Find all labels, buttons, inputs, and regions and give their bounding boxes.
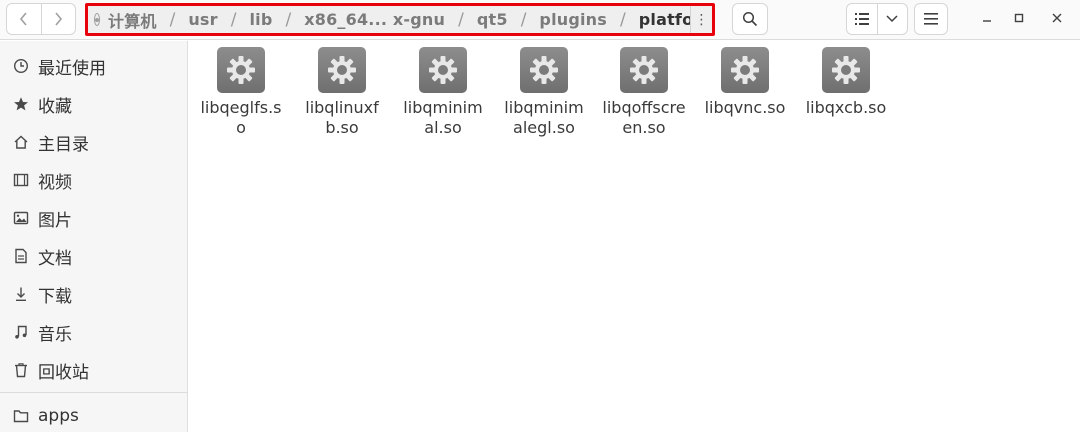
sidebar-divider (0, 392, 188, 393)
file-item[interactable]: libqxcb.so (796, 47, 896, 118)
sidebar-item-downloads[interactable]: 下载 (0, 277, 188, 311)
breadcrumb-plugins[interactable]: plugins (539, 10, 607, 29)
file-item[interactable]: libqminimalegl.so (494, 47, 594, 138)
path-menu-button[interactable]: ⋮ (690, 6, 712, 33)
sidebar-item-label: 视频 (38, 172, 72, 193)
sidebar-item-recent[interactable]: 最近使用 (0, 49, 188, 83)
sidebar-item-label: 主目录 (38, 134, 89, 155)
view-dropdown-button[interactable] (876, 4, 908, 34)
sidebar-item-music[interactable]: 音乐 (0, 315, 188, 349)
file-view: libqeglfs.so libqlinuxfb.so libqminimal.… (189, 41, 1080, 432)
file-item[interactable]: libqeglfs.so (191, 47, 291, 138)
search-icon (742, 11, 758, 27)
home-icon (12, 133, 30, 151)
navigation-buttons (6, 3, 76, 35)
sidebar: 最近使用 收藏 主目录 视频 图片 文档 下载 音乐 回收站 apps (0, 41, 188, 432)
sidebar-item-pictures[interactable]: 图片 (0, 201, 188, 235)
chevron-left-icon (19, 12, 27, 26)
trash-icon (12, 361, 30, 379)
header-bar: 计算机 / usr / lib / x86_64... x-gnu / qt5 … (0, 0, 1080, 40)
music-icon (12, 323, 30, 341)
chevron-right-icon (55, 12, 63, 26)
sidebar-item-label: 下载 (38, 286, 72, 307)
file-name: libqvnc.so (704, 98, 786, 117)
maximize-icon (1014, 13, 1024, 23)
document-icon (12, 247, 30, 265)
breadcrumb-separator: / (520, 9, 527, 30)
clock-icon (12, 57, 30, 75)
gear-icon (822, 47, 870, 93)
maximize-button[interactable] (1007, 6, 1031, 30)
forward-button[interactable] (40, 4, 76, 34)
list-view-icon (854, 13, 869, 25)
breadcrumb-usr[interactable]: usr (188, 10, 217, 29)
sidebar-item-videos[interactable]: 视频 (0, 163, 188, 197)
hamburger-menu-icon (924, 13, 938, 25)
gear-icon (419, 47, 467, 93)
gear-icon (217, 47, 265, 93)
breadcrumb-separator: / (620, 9, 626, 30)
file-name: libqminimal.so (403, 98, 483, 137)
file-name: libqxcb.so (805, 98, 887, 117)
main-menu-button[interactable] (914, 3, 948, 35)
file-name: libqeglfs.so (200, 98, 282, 137)
file-name: libqoffscreen.so (602, 98, 686, 137)
minimize-button[interactable] (975, 6, 999, 30)
folder-icon (12, 407, 30, 425)
minimize-icon (983, 20, 991, 22)
breadcrumb-lib[interactable]: lib (249, 10, 272, 29)
sidebar-item-documents[interactable]: 文档 (0, 239, 188, 273)
sidebar-item-label: 回收站 (38, 362, 89, 383)
view-options-group (846, 3, 908, 35)
list-view-button[interactable] (847, 4, 877, 34)
file-item[interactable]: libqminimal.so (393, 47, 493, 138)
search-button[interactable] (732, 3, 768, 35)
file-name: libqminimalegl.so (504, 98, 584, 137)
file-name: libqlinuxfb.so (305, 98, 379, 137)
gear-icon (721, 47, 769, 93)
breadcrumb-separator: / (458, 9, 464, 30)
sidebar-item-label: 收藏 (38, 96, 72, 117)
file-item[interactable]: libqvnc.so (695, 47, 795, 118)
sidebar-item-label: 最近使用 (38, 58, 106, 79)
breadcrumb-qt5[interactable]: qt5 (477, 10, 508, 29)
breadcrumb-x86_64-linux-gnu[interactable]: x86_64... x-gnu (304, 10, 445, 29)
chevron-down-icon (886, 15, 898, 23)
file-item[interactable]: libqlinuxfb.so (292, 47, 392, 138)
film-icon (12, 171, 30, 189)
download-icon (12, 285, 30, 303)
sidebar-item-label: apps (38, 406, 79, 426)
sidebar-item-home[interactable]: 主目录 (0, 125, 188, 159)
sidebar-item-starred[interactable]: 收藏 (0, 87, 188, 121)
gear-icon (620, 47, 668, 93)
breadcrumb-computer[interactable]: 计算机 (108, 8, 157, 32)
sidebar-item-label: 文档 (38, 248, 72, 269)
sidebar-item-label: 图片 (38, 210, 72, 231)
sidebar-item-trash[interactable]: 回收站 (0, 353, 188, 387)
file-item[interactable]: libqoffscreen.so (594, 47, 694, 138)
breadcrumb-separator: / (285, 9, 292, 30)
close-button[interactable] (1045, 6, 1069, 30)
breadcrumb-separator: / (230, 9, 237, 30)
sidebar-item-apps[interactable]: apps (0, 399, 188, 432)
gear-icon (318, 47, 366, 93)
drive-icon (94, 13, 100, 26)
path-bar[interactable]: 计算机 / usr / lib / x86_64... x-gnu / qt5 … (85, 3, 715, 36)
star-icon (12, 95, 30, 113)
gear-icon (520, 47, 568, 93)
image-icon (12, 209, 30, 227)
close-icon (1052, 13, 1062, 23)
sidebar-item-label: 音乐 (38, 324, 72, 345)
back-button[interactable] (7, 4, 41, 34)
breadcrumb-separator: / (169, 9, 176, 30)
